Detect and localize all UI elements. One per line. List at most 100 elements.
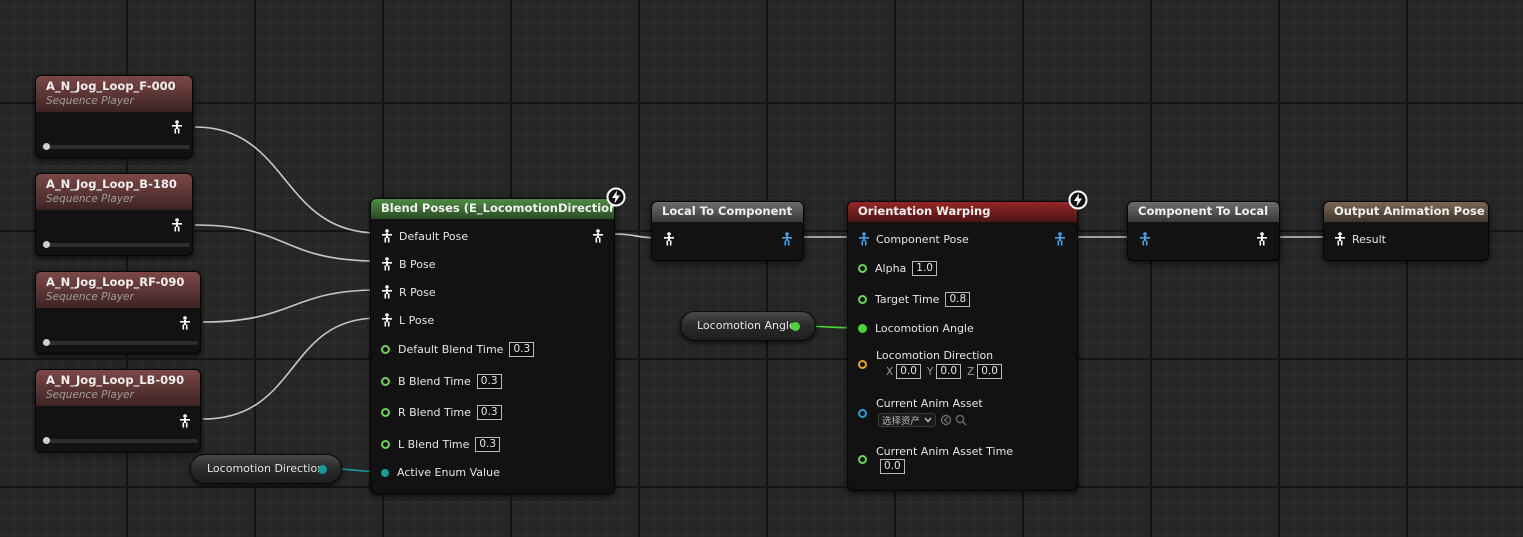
pose-icon[interactable] — [381, 257, 393, 271]
pin-l-blend-time[interactable]: L Blend Time 0.3 — [381, 437, 501, 452]
component-pose-icon[interactable] — [858, 232, 870, 246]
object-pin-icon[interactable] — [858, 409, 867, 418]
r-blend-time-input[interactable]: 0.3 — [476, 405, 502, 420]
pin-label: Current Anim Asset Time — [876, 445, 1014, 458]
pose-icon[interactable] — [1334, 232, 1346, 246]
l-blend-time-input[interactable]: 0.3 — [475, 437, 501, 452]
node-title: A_N_Jog_Loop_RF-090 — [46, 275, 185, 289]
node-title: A_N_Jog_Loop_F-000 — [46, 79, 176, 93]
pin-r-pose[interactable]: R Pose — [381, 285, 436, 299]
z-input[interactable]: 0.0 — [977, 364, 1002, 379]
node-title: A_N_Jog_Loop_B-180 — [46, 177, 177, 191]
vector-fields: X 0.0 Y 0.0 Z 0.0 — [886, 364, 1002, 379]
orientation-warping-node[interactable]: Orientation Warping Component Pose Alpha… — [847, 201, 1078, 491]
enum-pin-icon[interactable] — [381, 468, 389, 477]
float-pin-icon[interactable] — [858, 264, 867, 273]
node-subtitle: Sequence Player — [46, 193, 134, 205]
z-label: Z — [967, 365, 975, 378]
pin-b-blend-time[interactable]: B Blend Time 0.3 — [381, 374, 502, 389]
float-pin-icon[interactable] — [858, 295, 867, 304]
locomotion-direction-label: Locomotion Direction — [876, 349, 993, 362]
pose-icon[interactable] — [381, 313, 393, 327]
pin-current-anim-asset[interactable] — [858, 409, 875, 418]
pin-target-time[interactable]: Target Time 0.8 — [858, 292, 971, 307]
node-title: Blend Poses (E_LocomotionDirection) — [381, 201, 614, 215]
enum-pin-icon[interactable] — [318, 465, 327, 474]
pin-default-blend-time[interactable]: Default Blend Time 0.3 — [381, 342, 535, 357]
float-pin-icon[interactable] — [858, 324, 867, 333]
sequence-player-b180[interactable]: A_N_Jog_Loop_B-180 Sequence Player — [35, 173, 193, 256]
asset-dropdown[interactable]: 选择资产 — [878, 413, 937, 427]
browse-icon[interactable] — [940, 414, 952, 426]
pin-label: B Blend Time — [398, 375, 471, 388]
pin-current-anim-asset-time[interactable] — [858, 455, 875, 464]
component-to-local-node[interactable]: Component To Local — [1127, 201, 1280, 261]
y-label: Y — [926, 365, 934, 378]
sequence-player-rf090[interactable]: A_N_Jog_Loop_RF-090 Sequence Player — [35, 271, 201, 354]
component-pose-icon[interactable] — [781, 232, 793, 246]
slider-knob[interactable] — [43, 143, 50, 150]
node-header: A_N_Jog_Loop_RF-090 Sequence Player — [36, 272, 200, 308]
pose-icon[interactable] — [592, 229, 604, 243]
pose-icon[interactable] — [1256, 232, 1268, 246]
vector-pin-icon[interactable] — [858, 360, 867, 369]
pose-icon[interactable] — [381, 285, 393, 299]
node-header: Orientation Warping — [848, 202, 1077, 222]
play-rate-slider[interactable] — [42, 339, 198, 346]
pin-label: Current Anim Asset — [876, 397, 983, 410]
pin-alpha[interactable]: Alpha 1.0 — [858, 261, 937, 276]
pin-label: B Pose — [399, 257, 436, 271]
pin-locomotion-direction[interactable] — [858, 360, 875, 369]
slider-knob[interactable] — [43, 437, 50, 444]
pose-icon[interactable] — [179, 414, 191, 428]
sequence-player-lb090[interactable]: A_N_Jog_Loop_LB-090 Sequence Player — [35, 369, 201, 452]
pin-label: Result — [1352, 232, 1386, 246]
float-pin-icon[interactable] — [381, 440, 390, 449]
sequence-player-f000[interactable]: A_N_Jog_Loop_F-000 Sequence Player — [35, 75, 193, 158]
float-pin-icon[interactable] — [381, 377, 390, 386]
locomotion-angle-getter[interactable]: Locomotion Angle — [680, 311, 816, 341]
default-blend-time-input[interactable]: 0.3 — [509, 342, 535, 357]
play-rate-slider[interactable] — [42, 437, 198, 444]
pose-icon[interactable] — [171, 120, 183, 134]
output-animation-pose-node[interactable]: Output Animation Pose Result — [1323, 201, 1489, 261]
current-anim-asset-time-input[interactable]: 0.0 — [880, 459, 905, 474]
target-time-input[interactable]: 0.8 — [945, 292, 971, 307]
node-header: Output Animation Pose — [1324, 202, 1488, 222]
locomotion-direction-getter[interactable]: Locomotion Direction — [190, 454, 342, 484]
pin-r-blend-time[interactable]: R Blend Time 0.3 — [381, 405, 502, 420]
node-header: Component To Local — [1128, 202, 1279, 222]
bolt-icon — [606, 187, 626, 207]
pin-component-pose[interactable]: Component Pose — [858, 232, 969, 246]
float-pin-icon[interactable] — [381, 345, 390, 354]
pin-l-pose[interactable]: L Pose — [381, 313, 434, 327]
slider-knob[interactable] — [43, 339, 50, 346]
float-pin-icon[interactable] — [791, 322, 800, 331]
float-pin-icon[interactable] — [858, 455, 867, 464]
play-rate-slider[interactable] — [42, 241, 190, 248]
pose-icon[interactable] — [179, 316, 191, 330]
component-pose-icon[interactable] — [1054, 232, 1066, 246]
alpha-input[interactable]: 1.0 — [912, 261, 937, 276]
pose-icon[interactable] — [381, 229, 393, 243]
pin-result[interactable]: Result — [1334, 232, 1386, 246]
node-header: Local To Component — [652, 202, 803, 222]
pose-icon[interactable] — [171, 218, 183, 232]
x-input[interactable]: 0.0 — [896, 364, 921, 379]
pin-active-enum-value[interactable]: Active Enum Value — [381, 466, 500, 479]
play-rate-slider[interactable] — [42, 143, 190, 150]
pose-icon[interactable] — [663, 232, 675, 246]
float-pin-icon[interactable] — [381, 408, 390, 417]
pin-label: Active Enum Value — [397, 466, 500, 479]
pin-locomotion-angle[interactable]: Locomotion Angle — [858, 322, 974, 335]
chevron-down-icon — [924, 417, 932, 423]
component-pose-icon[interactable] — [1139, 232, 1151, 246]
pin-default-pose[interactable]: Default Pose — [381, 229, 468, 243]
search-icon[interactable] — [955, 414, 967, 426]
y-input[interactable]: 0.0 — [936, 364, 962, 379]
slider-knob[interactable] — [43, 241, 50, 248]
b-blend-time-input[interactable]: 0.3 — [476, 374, 502, 389]
blend-poses-node[interactable]: Blend Poses (E_LocomotionDirection) Defa… — [370, 198, 615, 494]
pin-b-pose[interactable]: B Pose — [381, 257, 436, 271]
local-to-component-node[interactable]: Local To Component — [651, 201, 804, 261]
